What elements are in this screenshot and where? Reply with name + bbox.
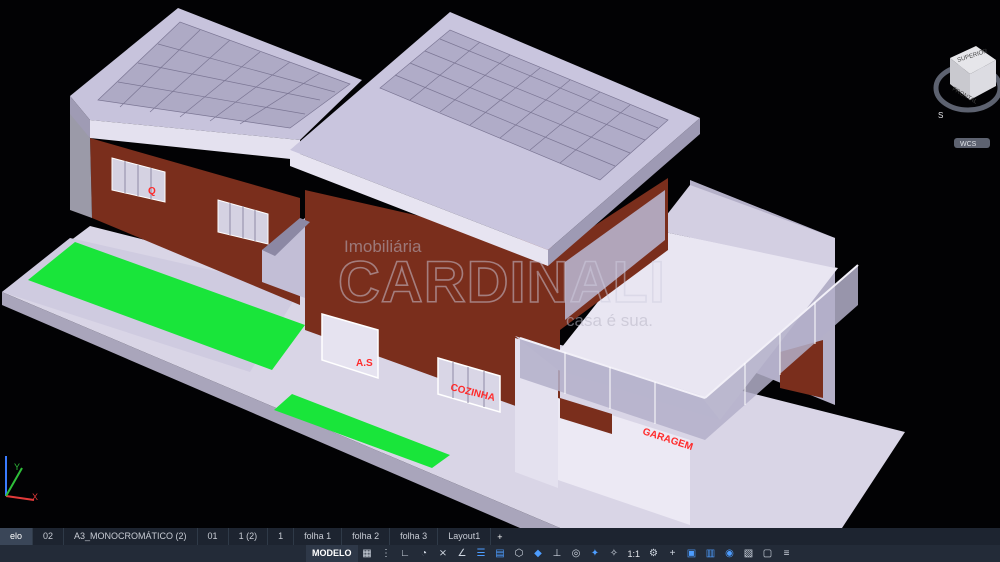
hardware-acceleration-icon[interactable]: ▧	[742, 547, 755, 560]
quick-properties-icon[interactable]: ▥	[704, 547, 717, 560]
3d-osnap-icon[interactable]: ◆	[532, 547, 545, 560]
viewcube-south-label: S	[938, 111, 943, 120]
layout-tab[interactable]: folha 2	[342, 528, 391, 545]
viewcube[interactable]: SUPERIOR FRONTAL S WCS	[918, 38, 1000, 148]
polar-icon[interactable]: ◔	[418, 547, 431, 560]
layout-tab[interactable]: 1 (2)	[229, 528, 269, 545]
snap-icon[interactable]: ⋮	[380, 547, 393, 560]
layout-tab[interactable]: elo	[0, 528, 34, 545]
layout-tab[interactable]: folha 3	[390, 528, 439, 545]
selection-filter-icon[interactable]: ◎	[570, 547, 583, 560]
selection-cycling-icon[interactable]: ⬡	[513, 547, 526, 560]
clean-screen-icon[interactable]: ▢	[761, 547, 774, 560]
status-bar: MODELO ▦ ⋮ ∟ ◔ ⨯ ∠ ☰ ▤ ⬡ ◆ ⊥ ◎ ✦ ✧ 1:1 ⚙…	[0, 545, 1000, 562]
units-icon[interactable]: ▣	[685, 547, 698, 560]
osnap-icon[interactable]: ⨯	[437, 547, 450, 560]
dynamic-ucs-icon[interactable]: ⊥	[551, 547, 564, 560]
workspace-icon[interactable]: ⚙	[647, 547, 660, 560]
layout-tabs-bar: elo 02 A3_MONOCROMÁTICO (2) 01 1 (2) 1 f…	[0, 528, 1000, 545]
grid-icon[interactable]: ▦	[361, 547, 374, 560]
layout-tab[interactable]: A3_MONOCROMÁTICO (2)	[64, 528, 198, 545]
layout-tab[interactable]: 01	[198, 528, 229, 545]
drawing-viewport[interactable]: Q A.S COZINHA GARAGEM Imobiliária CARDIN…	[0, 0, 1000, 528]
room-label-1: Q	[148, 186, 156, 197]
lineweight-icon[interactable]: ☰	[475, 547, 488, 560]
layout-tab[interactable]: folha 1	[294, 528, 343, 545]
wcs-label: WCS	[960, 141, 977, 148]
add-layout-button[interactable]: +	[491, 532, 508, 542]
watermark-logo: CARDINALI	[338, 250, 666, 315]
otrack-icon[interactable]: ∠	[456, 547, 469, 560]
gizmo-icon[interactable]: ✦	[589, 547, 602, 560]
annotation-scale[interactable]: 1:1	[628, 549, 641, 559]
ucs-y-label: Y	[14, 462, 20, 472]
model-space-button[interactable]: MODELO	[306, 545, 358, 562]
ortho-icon[interactable]: ∟	[399, 547, 412, 560]
ucs-icon: Y X	[5, 456, 38, 502]
room-label-2: A.S	[356, 358, 373, 369]
watermark-line3: casa é sua.	[566, 311, 653, 330]
annotation-visibility-icon[interactable]: ✧	[608, 547, 621, 560]
layout-tab[interactable]: 02	[33, 528, 65, 545]
customize-icon[interactable]: ≡	[780, 547, 793, 560]
house-3d-model: Q A.S COZINHA GARAGEM Imobiliária CARDIN…	[2, 8, 905, 528]
layout-tab[interactable]: Layout1	[438, 528, 492, 545]
ucs-x-label: X	[32, 492, 38, 502]
annotation-monitor-icon[interactable]: +	[666, 547, 679, 560]
layout-tab[interactable]: 1	[268, 528, 295, 545]
transparency-icon[interactable]: ▤	[494, 547, 507, 560]
isolate-objects-icon[interactable]: ◉	[723, 547, 736, 560]
